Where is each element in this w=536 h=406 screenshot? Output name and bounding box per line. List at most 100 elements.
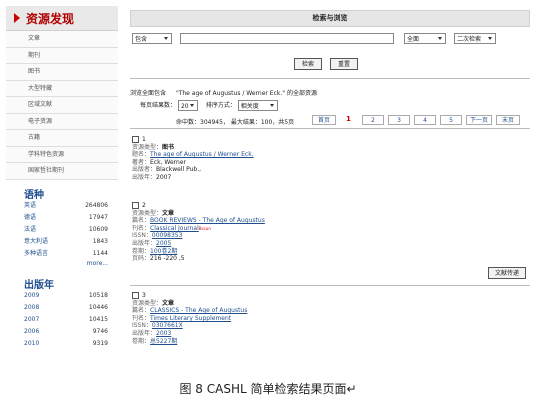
scope-select[interactable]: 全面 [404,33,446,44]
more-link[interactable]: more... [6,260,118,270]
record-checkbox[interactable] [132,292,139,299]
facet-name[interactable]: 多种语言 [24,250,48,257]
divider [130,128,530,129]
journal-badge: Bscun [198,225,211,231]
year-link[interactable]: 2005 [156,240,171,247]
facet-row[interactable]: 2007 10415 [6,314,118,326]
sidebar-item-subject[interactable]: 学科特色资源 [6,146,118,163]
facet-name[interactable]: 2009 [24,292,39,299]
mode-select[interactable]: 二次检索 [454,33,496,44]
pager-page[interactable]: 3 [388,115,410,125]
facet-count: 10446 [88,303,108,311]
record-checkbox[interactable] [132,202,139,209]
chevron-down-icon [488,37,492,40]
facet-count: 10518 [88,291,108,299]
chevron-down-icon [269,104,274,107]
search-input[interactable] [180,33,394,44]
browser-window: 资源发现 文章 期刊 图书 大型特藏 区域文献 电子资源 古籍 学科特色资源 国… [6,6,530,349]
facet-count: 1144 [92,249,108,257]
sidebar-header: 资源发现 [6,6,118,31]
max-results: 最大结果：100，共5页 [230,119,295,126]
year-link[interactable]: 2003 [156,330,171,337]
facet-row[interactable]: 意大利语 1843 [6,236,118,248]
sidebar-item-ancient[interactable]: 古籍 [6,130,118,147]
record-checkbox[interactable] [132,136,139,143]
facet-row[interactable]: 2008 10446 [6,302,118,314]
sort-select[interactable]: 相关度 [237,100,278,111]
issn-link[interactable]: 0307661X [152,322,183,329]
issn-link[interactable]: 00098353 [152,232,183,239]
sidebar-item-special-collections[interactable]: 大型特藏 [6,80,118,97]
search-header: 检索与浏览 [130,10,530,27]
search-row: 包含 全面 二次检索 [130,33,530,51]
pager-page[interactable]: 2 [362,115,384,125]
journal-link[interactable]: Classical Journal [150,225,199,232]
facet-row[interactable]: 2010 9319 [6,338,118,350]
divider [130,78,530,79]
facet-name[interactable]: 2010 [24,340,39,347]
match-select[interactable]: 包含 [132,33,172,44]
result-record: 2 资源类型：文章 篇名：BOOK REVIEWS - The Age of A… [132,202,265,263]
browse-query: "The age of Augustus / Werner Eck." [175,90,286,97]
mode-select-value: 二次检索 [457,36,482,43]
sidebar-item-articles[interactable]: 文章 [6,31,118,48]
hits-count: 命中数：304945， [176,119,229,126]
facet-name[interactable]: 2008 [24,304,39,311]
pager-current: 1 [346,115,351,123]
result-record: 3 资源类型：文章 篇名：CLASSICS - The Age of Augus… [132,292,248,345]
volume-link[interactable]: 100卷2期 [150,248,177,255]
browse-summary: 浏览全面包含 "The age of Augustus / Werner Eck… [130,88,317,97]
result-options: 每页结果数： 20 排序方式： 相关度 [140,100,278,111]
facet-name[interactable]: 2006 [24,328,39,335]
record-title-link[interactable]: CLASSICS - The Age of Augustus [150,307,247,314]
facet-count: 17947 [88,213,108,221]
facet-name[interactable]: 英语 [24,202,36,209]
reset-button[interactable]: 重置 [330,58,358,70]
chevron-down-icon [438,37,442,40]
pager-last[interactable]: 末页 [496,115,520,125]
facet-name[interactable]: 德语 [24,214,36,221]
sidebar-item-national[interactable]: 国家哲社期刊 [6,163,118,180]
facet-name[interactable]: 2007 [24,316,39,323]
pager-first[interactable]: 首页 [312,115,336,125]
sidebar: 资源发现 文章 期刊 图书 大型特藏 区域文献 电子资源 古籍 学科特色资源 国… [6,6,118,349]
scope-select-value: 全面 [407,36,420,43]
facet-count: 9319 [92,339,108,347]
journal-link[interactable]: Times Literary Supplement [150,315,231,322]
sidebar-item-journals[interactable]: 期刊 [6,47,118,64]
facet-row[interactable]: 多种语言 1144 [6,248,118,260]
facet-name[interactable]: 意大利语 [24,238,48,245]
facet-row[interactable]: 2006 9746 [6,326,118,338]
sidebar-item-electronic[interactable]: 电子资源 [6,113,118,130]
pager-page[interactable]: 4 [414,115,436,125]
facet-row[interactable]: 德语 17947 [6,212,118,224]
chevron-down-icon [189,104,194,107]
sidebar-item-regional[interactable]: 区域文献 [6,97,118,114]
facet-row[interactable]: 英语 264806 [6,200,118,212]
sidebar-item-books[interactable]: 图书 [6,64,118,81]
facet-row[interactable]: 法语 10609 [6,224,118,236]
search-button[interactable]: 检索 [294,58,322,70]
year-facet-title: 出版年 [24,279,54,291]
facet-name[interactable]: 法语 [24,226,36,233]
facet-count: 9746 [92,327,108,335]
facet-count: 10609 [88,225,108,233]
language-facet-title: 语种 [24,189,44,201]
pager-next[interactable]: 下一页 [466,115,492,125]
record-title-link[interactable]: BOOK REVIEWS - The Age of Augustus [150,217,265,224]
per-page-select[interactable]: 20 [177,100,198,111]
divider [130,285,530,286]
match-select-value: 包含 [135,36,148,43]
browse-suffix: 的全部资源 [286,90,317,97]
volume-link[interactable]: 总5227期 [150,338,177,345]
facet-count: 264806 [85,201,108,209]
document-delivery-button[interactable]: 文献传递 [488,267,526,279]
facet-row[interactable]: 2009 10518 [6,290,118,302]
browse-prefix: 浏览全面包含 [130,90,167,97]
facet-count: 10415 [88,315,108,323]
record-title-link[interactable]: The age of Augustus / Werner Eck. [150,151,254,158]
result-record: 1 资源类型：图书 题名：The age of Augustus / Werne… [132,136,254,181]
hit-summary: 命中数：304945， 最大结果：100，共5页 [176,117,294,126]
pager-page[interactable]: 5 [440,115,462,125]
chevron-down-icon [164,37,168,40]
